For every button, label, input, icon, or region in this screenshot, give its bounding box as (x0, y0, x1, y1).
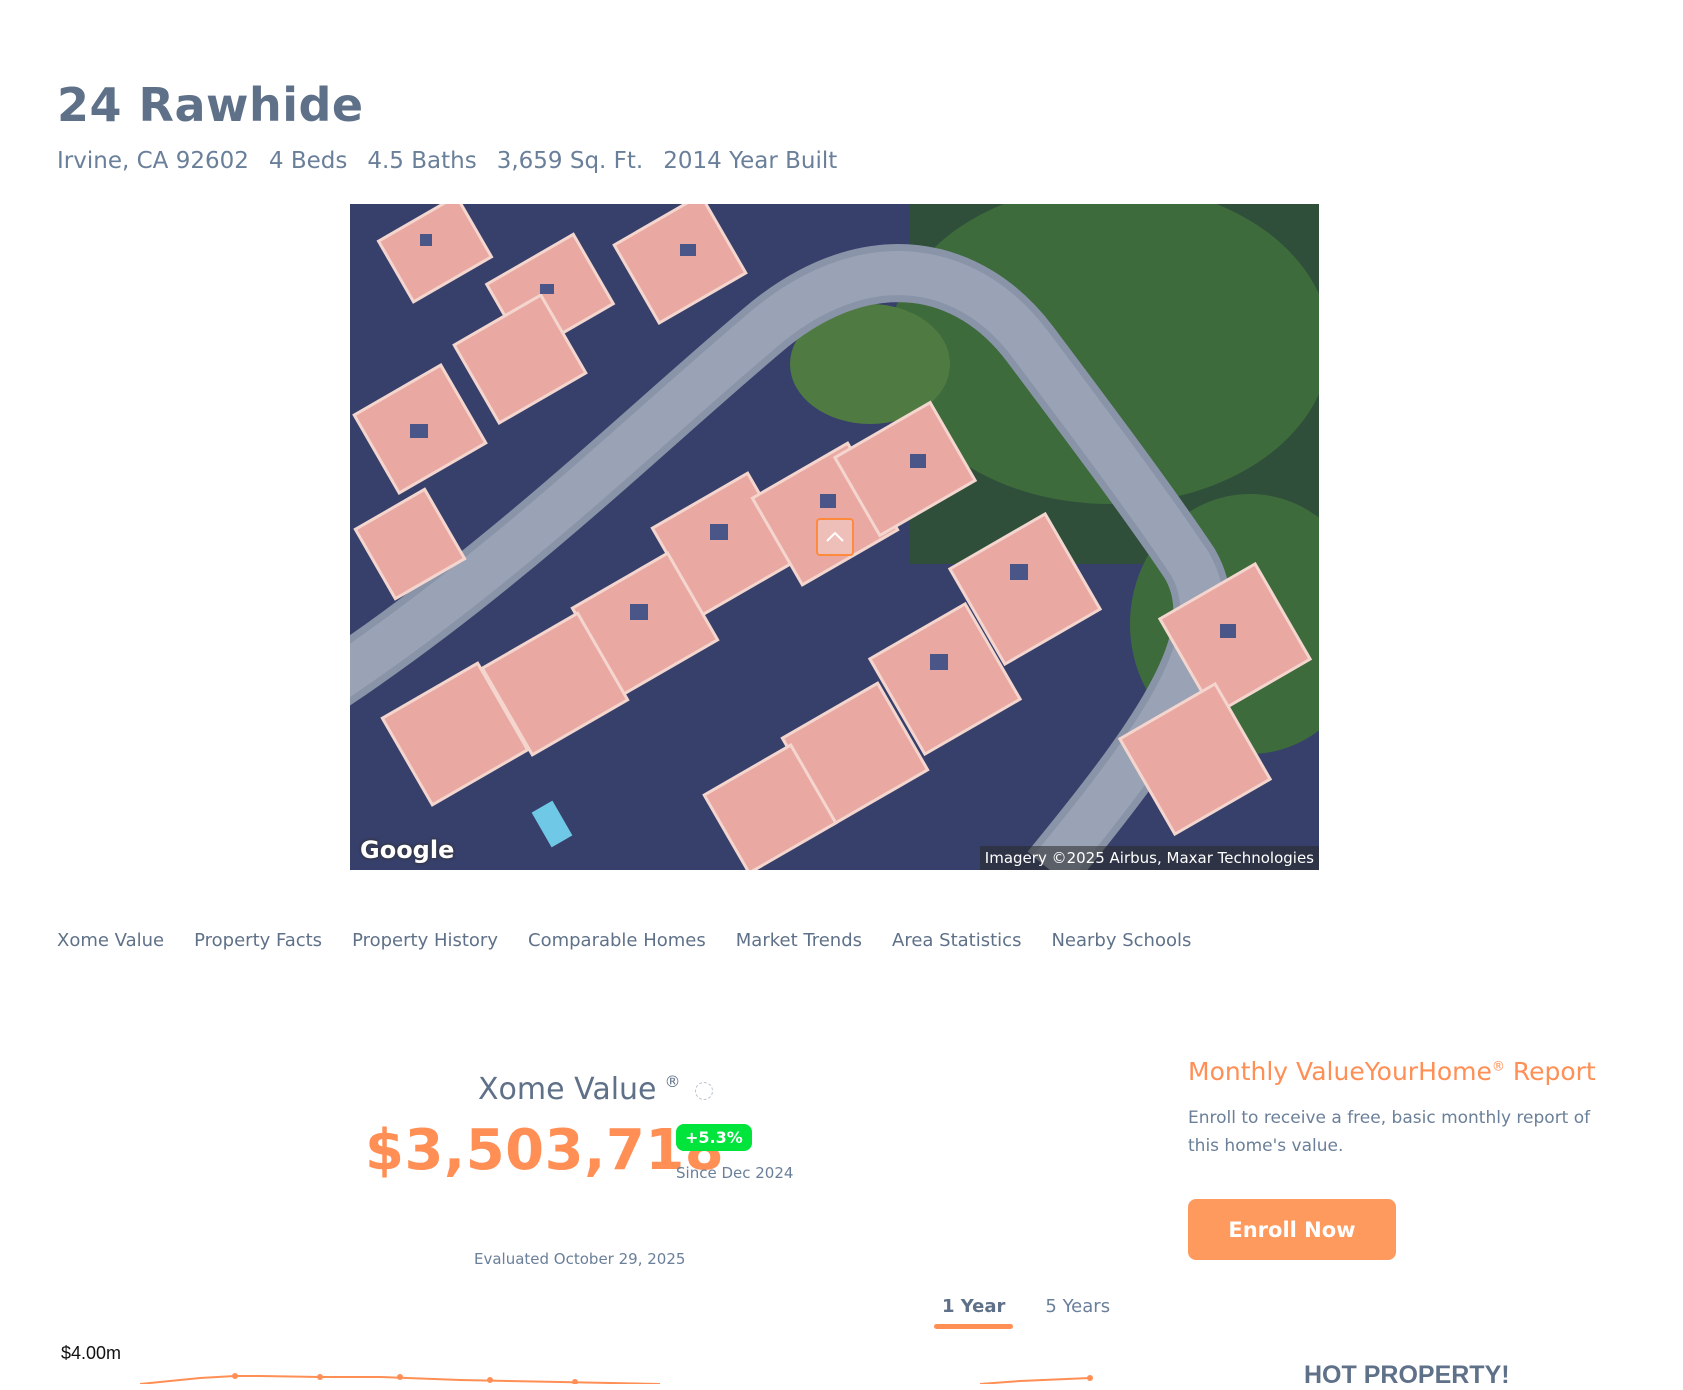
evaluated-date: Evaluated October 29, 2025 (474, 1250, 686, 1268)
hot-property-label: HOT PROPERTY! (1304, 1361, 1510, 1389)
property-meta: Irvine, CA 92602 4 Beds 4.5 Baths 3,659 … (57, 146, 837, 176)
nav-xome-value[interactable]: Xome Value (57, 930, 164, 951)
registered-mark: ® (664, 1072, 681, 1091)
value-series-line-end (979, 1377, 1091, 1384)
xome-value-title: Xome Value (478, 1072, 657, 1107)
xome-value-heading: Xome Value ® (478, 1072, 713, 1107)
google-logo: Google (360, 836, 455, 864)
value-change-since: Since Dec 2024 (676, 1164, 794, 1182)
chart-point (487, 1377, 493, 1383)
value-change-badge: +5.3% (676, 1124, 752, 1151)
info-icon[interactable] (694, 1082, 713, 1100)
enroll-now-button[interactable]: Enroll Now (1188, 1199, 1396, 1260)
property-year-built: 2014 Year Built (663, 148, 838, 174)
range-tabs: 1 Year 5 Years (934, 1296, 1118, 1329)
chart-point (1087, 1375, 1093, 1381)
property-beds: 4 Beds (268, 148, 348, 174)
report-registered-mark: ® (1491, 1059, 1505, 1075)
report-title-main: Monthly ValueYourHome (1188, 1057, 1492, 1086)
chart-y-tick: $4.00m (61, 1343, 122, 1363)
chart-point (397, 1374, 403, 1380)
report-title: Monthly ValueYourHome® Report (1188, 1057, 1596, 1086)
chart-point (232, 1373, 238, 1379)
value-history-chart (140, 1373, 1093, 1384)
property-header: 24 Rawhide Irvine, CA 92602 4 Beds 4.5 B… (57, 74, 837, 176)
map-credit: Imagery ©2025 Airbus, Maxar Technologies (979, 846, 1319, 870)
report-description: Enroll to receive a free, basic monthly … (1188, 1108, 1591, 1156)
nav-nearby-schools[interactable]: Nearby Schools (1051, 930, 1191, 951)
nav-market-trends[interactable]: Market Trends (736, 930, 862, 951)
chevron-up-icon (826, 531, 844, 542)
section-nav: Xome Value Property Facts Property Histo… (57, 930, 1191, 951)
tab-1-year[interactable]: 1 Year (934, 1296, 1014, 1329)
property-sqft: 3,659 Sq. Ft. (496, 148, 644, 174)
tab-5-years[interactable]: 5 Years (1037, 1296, 1118, 1329)
nav-property-facts[interactable]: Property Facts (194, 930, 322, 951)
property-location: Irvine, CA 92602 (57, 148, 249, 174)
property-pin[interactable] (816, 518, 854, 556)
nav-area-statistics[interactable]: Area Statistics (892, 930, 1021, 951)
xome-value-amount: $3,503,718 (365, 1118, 725, 1183)
property-title: 24 Rawhide (57, 78, 364, 132)
property-baths: 4.5 Baths (367, 148, 477, 174)
aerial-map[interactable]: Google Imagery ©2025 Airbus, Maxar Techn… (350, 204, 1319, 870)
chart-point (317, 1374, 323, 1380)
chart-point (572, 1379, 578, 1384)
nav-property-history[interactable]: Property History (352, 930, 498, 951)
report-title-suffix: Report (1504, 1057, 1596, 1086)
nav-comparable-homes[interactable]: Comparable Homes (528, 930, 706, 951)
